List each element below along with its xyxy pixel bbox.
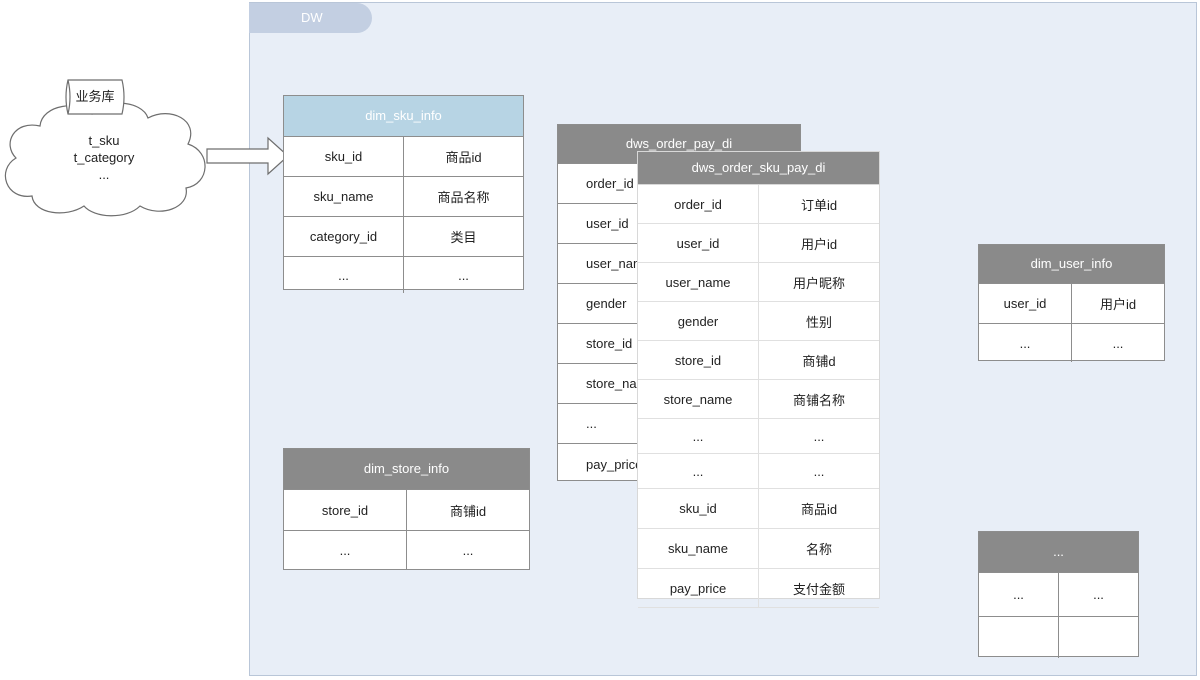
field-name (979, 617, 1059, 658)
table-row: gender 性别 (638, 302, 879, 341)
field-name: ... (638, 454, 759, 488)
table-title: dim_user_info (979, 245, 1164, 284)
field-desc: 商品名称 (437, 190, 490, 205)
field-desc: 用户昵称 (792, 275, 845, 291)
field-desc: 性别 (805, 314, 832, 330)
field-desc: 商品id (800, 502, 838, 517)
table-dim-user-info[interactable]: dim_user_info user_id 用户id ... ... (978, 244, 1165, 362)
field-name: store_name (638, 380, 759, 418)
flow-arrow-icon (206, 136, 289, 176)
source-table-item: t_category (73, 150, 135, 165)
source-table-item: t_sku (88, 133, 120, 148)
field-name: ... (638, 419, 759, 453)
table-title: dim_store_info (284, 449, 529, 490)
field-name: pay_price (638, 569, 759, 607)
field-name: ... (979, 573, 1059, 616)
field-desc: ... (813, 463, 825, 479)
field-name: sku_id (284, 137, 404, 176)
field-name: sku_name (284, 177, 404, 216)
table-row: store_id 商铺d (638, 341, 879, 380)
table-row: ... ... (638, 419, 879, 454)
table-row: ... ... (638, 454, 879, 489)
table-row: store_id 商铺id (284, 490, 529, 531)
field-name: user_id (638, 224, 759, 262)
field-desc: 名称 (805, 542, 832, 557)
table-title: dws_order_sku_pay_di (638, 152, 879, 185)
field-name: category_id (284, 217, 404, 256)
table-row: ... ... (284, 257, 523, 293)
field-name: user_name (638, 263, 759, 301)
source-table-item: ... (98, 167, 110, 182)
field-desc: 用户id (800, 236, 838, 252)
field-desc: ... (1093, 587, 1104, 602)
field-name: ... (284, 257, 404, 293)
table-title: dim_sku_info (284, 96, 523, 137)
field-desc: 支付金额 (792, 581, 845, 597)
source-table-list: t_sku t_category ... (50, 132, 158, 183)
field-desc: 商铺id (449, 503, 487, 519)
table-row: order_id 订单id (638, 185, 879, 224)
table-row (979, 617, 1138, 658)
field-desc (1059, 617, 1138, 658)
field-name: ... (979, 324, 1072, 362)
field-desc: 商铺d (802, 353, 836, 369)
field-name: sku_name (638, 529, 759, 568)
field-desc: ... (462, 543, 474, 558)
table-row: user_id 用户id (638, 224, 879, 263)
field-name: store_id (638, 341, 759, 379)
field-desc: 类目 (450, 230, 477, 245)
table-row: ... ... (284, 531, 529, 570)
database-label: 业务库 (75, 89, 115, 104)
field-desc: 商铺名称 (792, 392, 845, 408)
field-name: store_id (284, 490, 407, 530)
table-row: category_id 类目 (284, 217, 523, 257)
field-desc: 商品id (445, 150, 482, 165)
table-dws-order-sku-pay-di[interactable]: dws_order_sku_pay_di order_id 订单id user_… (638, 152, 879, 608)
field-name: user_id (979, 284, 1072, 323)
table-row: store_name 商铺名称 (638, 380, 879, 419)
field-name: order_id (638, 185, 759, 223)
field-desc: ... (813, 428, 825, 444)
field-name: sku_id (638, 489, 759, 528)
field-desc: 订单id (800, 197, 838, 213)
table-row: user_id 用户id (979, 284, 1164, 324)
table-title: ... (979, 532, 1138, 573)
dw-label: DW (249, 3, 372, 33)
field-name: ... (284, 531, 407, 570)
table-row: sku_name 商品名称 (284, 177, 523, 217)
table-row: user_name 用户昵称 (638, 263, 879, 302)
table-row: ... ... (979, 324, 1164, 362)
field-name: gender (638, 302, 759, 340)
table-other[interactable]: ... ... ... (978, 531, 1139, 658)
field-desc: 用户id (1099, 297, 1137, 312)
table-row: sku_id 商品id (638, 489, 879, 529)
field-desc: ... (458, 267, 469, 283)
table-row: ... ... (979, 573, 1138, 617)
table-row: pay_price 支付金额 (638, 569, 879, 608)
field-desc: ... (1112, 335, 1124, 351)
table-row: sku_name 名称 (638, 529, 879, 569)
table-row: sku_id 商品id (284, 137, 523, 177)
table-dim-sku-info[interactable]: dim_sku_info sku_id 商品id sku_name 商品名称 c… (283, 95, 524, 293)
table-dim-store-info[interactable]: dim_store_info store_id 商铺id ... ... (283, 448, 530, 570)
